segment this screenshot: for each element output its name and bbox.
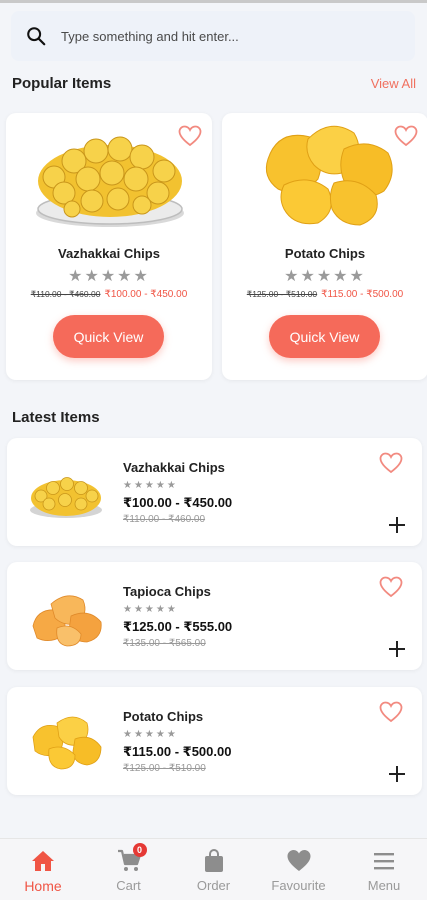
nav-cart-label: Cart xyxy=(116,878,141,893)
hamburger-menu-icon xyxy=(374,853,394,870)
search-input[interactable] xyxy=(61,28,381,44)
shopping-bag-icon xyxy=(204,849,223,872)
nav-menu[interactable]: Menu xyxy=(341,839,427,900)
price-row: ₹110.00 - ₹460.00 ₹100.00 - ₹450.00 xyxy=(6,289,212,300)
potato-chips-image xyxy=(32,716,102,770)
popular-items-title: Popular Items xyxy=(12,75,112,92)
home-icon xyxy=(32,851,54,871)
nav-order[interactable]: Order xyxy=(171,839,256,900)
latest-item-card[interactable]: Tapioca Chips ★★★★★ ₹125.00 - ₹555.00 ₹1… xyxy=(7,562,422,670)
popular-card[interactable]: Vazhakkai Chips ★★★★★ ₹110.00 - ₹460.00 ₹… xyxy=(6,113,212,380)
search-bar[interactable] xyxy=(11,11,415,61)
product-name: Potato Chips xyxy=(284,246,366,261)
price-row: ₹125.00 - ₹510.00 ₹115.00 - ₹500.00 xyxy=(222,289,427,300)
old-price: ₹135.00 - ₹565.00 xyxy=(123,638,206,649)
quick-view-button[interactable]: Quick View xyxy=(269,315,380,358)
nav-menu-label: Menu xyxy=(367,878,401,893)
old-price: ₹125.00 - ₹510.00 xyxy=(123,763,206,774)
nav-home-label: Home xyxy=(24,878,62,894)
add-to-cart-plus-icon[interactable] xyxy=(388,765,406,783)
tapioca-chips-image xyxy=(32,595,102,647)
add-to-cart-plus-icon[interactable] xyxy=(388,640,406,658)
banana-chips-bowl-image xyxy=(30,477,102,518)
search-icon[interactable] xyxy=(25,25,47,47)
favourite-heart-icon[interactable] xyxy=(178,125,202,147)
view-all-link[interactable]: View All xyxy=(371,76,416,91)
latest-item-card[interactable]: Potato Chips ★★★★★ ₹115.00 - ₹500.00 ₹12… xyxy=(7,687,422,795)
bottom-navigation: Home 0 Cart Order Favourite Menu xyxy=(0,838,427,900)
old-price: ₹110.00 - ₹460.00 xyxy=(123,514,206,525)
nav-order-label: Order xyxy=(196,878,231,893)
rating-stars: ★★★★★ xyxy=(68,268,150,285)
old-price: ₹125.00 - ₹510.00 xyxy=(246,289,318,299)
rating-stars: ★★★★★ xyxy=(123,604,178,615)
product-name: Tapioca Chips xyxy=(123,584,211,599)
nav-home[interactable]: Home xyxy=(0,839,86,900)
old-price: ₹110.00 - ₹460.00 xyxy=(30,289,101,299)
price-range: ₹125.00 - ₹555.00 xyxy=(123,619,233,634)
price-range: ₹100.00 - ₹450.00 xyxy=(123,495,233,510)
nav-cart[interactable]: 0 Cart xyxy=(86,839,171,900)
product-name: Potato Chips xyxy=(123,709,204,724)
nav-favourite[interactable]: Favourite xyxy=(256,839,341,900)
favourite-heart-icon[interactable] xyxy=(379,452,403,474)
rating-stars: ★★★★★ xyxy=(123,480,178,491)
sale-price: ₹115.00 - ₹500.00 xyxy=(321,289,404,300)
quick-view-button[interactable]: Quick View xyxy=(53,315,164,358)
status-line xyxy=(0,0,427,3)
rating-stars: ★★★★★ xyxy=(123,729,178,740)
banana-chips-bowl-image xyxy=(36,136,184,227)
favourite-heart-icon[interactable] xyxy=(394,125,418,147)
rating-stars: ★★★★★ xyxy=(284,268,366,285)
latest-item-card[interactable]: Vazhakkai Chips ★★★★★ ₹100.00 - ₹450.00 … xyxy=(7,438,422,546)
product-name: Vazhakkai Chips xyxy=(58,246,160,261)
add-to-cart-plus-icon[interactable] xyxy=(388,516,406,534)
price-range: ₹115.00 - ₹500.00 xyxy=(123,744,232,759)
cart-count-badge: 0 xyxy=(132,843,147,857)
favourite-heart-icon[interactable] xyxy=(379,701,403,723)
popular-card[interactable]: Potato Chips ★★★★★ ₹125.00 - ₹510.00 ₹115… xyxy=(222,113,427,380)
product-name: Vazhakkai Chips xyxy=(123,460,225,475)
potato-chips-image xyxy=(265,125,393,226)
heart-icon xyxy=(287,850,310,871)
sale-price: ₹100.00 - ₹450.00 xyxy=(104,289,188,300)
nav-favourite-label: Favourite xyxy=(271,878,326,893)
latest-items-title: Latest Items xyxy=(12,409,100,426)
favourite-heart-icon[interactable] xyxy=(379,576,403,598)
